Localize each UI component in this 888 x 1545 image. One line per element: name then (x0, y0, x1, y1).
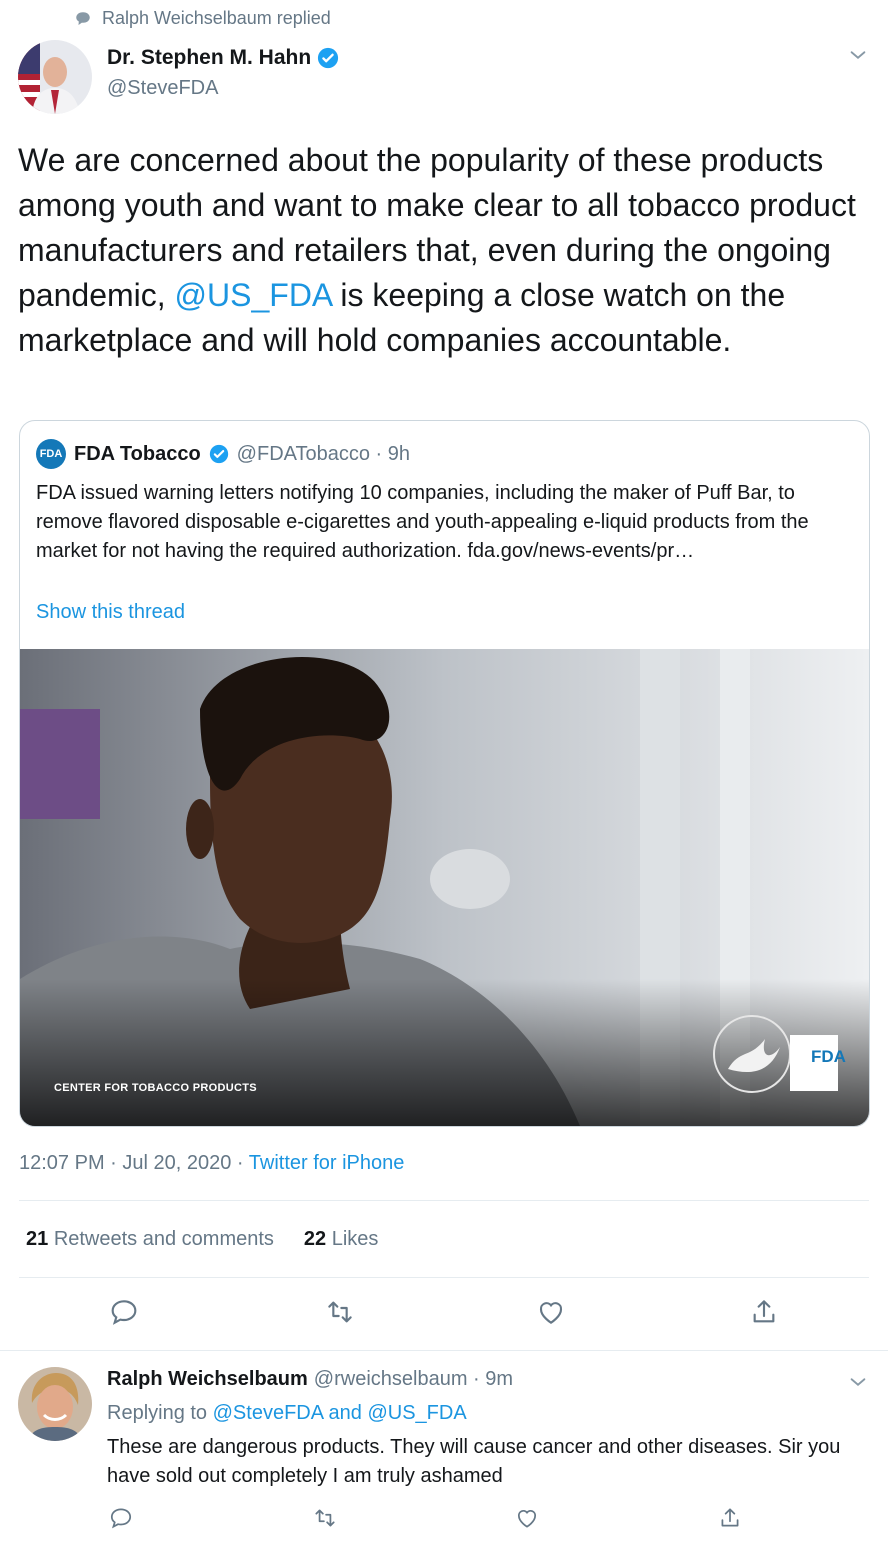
quote-author-name: FDA Tobacco (74, 442, 201, 465)
tweet-meta: 12:07 PM · Jul 20, 2020 · Twitter for iP… (19, 1152, 404, 1175)
like-icon[interactable] (514, 1505, 540, 1531)
likes-count: 22 (303, 1228, 327, 1250)
retweets-count: 21 (26, 1228, 49, 1250)
chevron-down-icon[interactable] (847, 1371, 869, 1393)
reply-context: Ralph Weichselbaum replied (74, 8, 331, 29)
reply-avatar[interactable] (18, 1367, 92, 1441)
retweets-label: Retweets and comments (53, 1228, 274, 1250)
speech-bubble-icon (76, 11, 90, 25)
chevron-down-icon[interactable] (847, 44, 869, 66)
reply-context-text: Ralph Weichselbaum replied (102, 8, 331, 28)
tweet-timestamp[interactable]: 12:07 PM · Jul 20, 2020 · (19, 1152, 249, 1174)
young-man-photo (20, 649, 869, 1126)
quote-header: FDA FDA Tobacco @FDATobacco · 9h (36, 439, 410, 469)
author-avatar[interactable] (18, 40, 92, 114)
retweets-stat[interactable]: 21 Retweets and comments (26, 1228, 274, 1251)
quote-avatar: FDA (36, 439, 66, 469)
tweet-actions (0, 1296, 888, 1336)
comment-icon[interactable] (108, 1296, 140, 1328)
replying-prefix: Replying to (107, 1402, 213, 1424)
replying-to: Replying to @SteveFDA and @US_FDA (107, 1402, 467, 1425)
reply-author-name[interactable]: Ralph Weichselbaum (107, 1368, 308, 1391)
show-thread-link[interactable]: Show this thread (36, 601, 185, 624)
mention-link[interactable]: @US_FDA (175, 277, 332, 313)
reply-handle-time[interactable]: @rweichselbaum · 9m (314, 1368, 513, 1391)
like-icon[interactable] (535, 1296, 567, 1328)
fda-badge: FDA (811, 1047, 846, 1066)
reply-header: Ralph Weichselbaum @rweichselbaum · 9m (107, 1368, 513, 1391)
likes-stat[interactable]: 22 Likes (304, 1228, 379, 1251)
quote-text: FDA issued warning letters notifying 10 … (36, 482, 809, 562)
author-handle[interactable]: @SteveFDA (107, 77, 218, 100)
verified-badge-icon (209, 444, 228, 464)
quoted-tweet[interactable]: FDA FDA Tobacco @FDATobacco · 9h FDA iss… (19, 420, 870, 1127)
quote-handle-time: @FDATobacco · 9h (236, 442, 411, 465)
image-caption: CENTER FOR TOBACCO PRODUCTS (54, 1082, 257, 1094)
comment-icon[interactable] (108, 1505, 134, 1531)
divider (0, 1350, 888, 1351)
divider (19, 1277, 869, 1278)
quote-image[interactable]: FDA CENTER FOR TOBACCO PRODUCTS (20, 649, 869, 1126)
retweet-icon[interactable] (312, 1505, 338, 1531)
retweet-icon[interactable] (324, 1296, 356, 1328)
share-icon[interactable] (717, 1505, 743, 1531)
tweet-source-link[interactable]: Twitter for iPhone (249, 1152, 405, 1174)
tweet-stats: 21 Retweets and comments 22 Likes (26, 1228, 378, 1251)
likes-label: Likes (331, 1228, 379, 1250)
replying-targets[interactable]: @SteveFDA and @US_FDA (213, 1402, 467, 1424)
reply-text: These are dangerous products. They will … (107, 1436, 841, 1487)
share-icon[interactable] (748, 1296, 780, 1328)
tweet-text: We are concerned about the popularity of… (18, 138, 868, 363)
author-name-row: Dr. Stephen M. Hahn (107, 46, 339, 70)
author-name[interactable]: Dr. Stephen M. Hahn (107, 46, 311, 70)
reply-actions (0, 1505, 888, 1535)
divider (19, 1200, 869, 1201)
verified-badge-icon (318, 47, 339, 69)
